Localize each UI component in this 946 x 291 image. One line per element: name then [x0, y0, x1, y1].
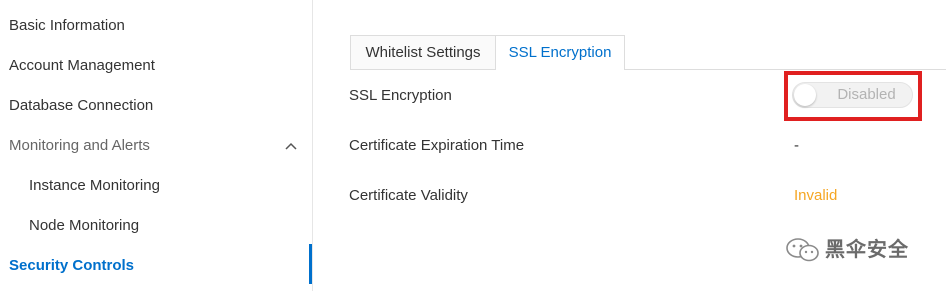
- wechat-icon: [786, 238, 819, 262]
- sidebar-nav: Basic Information Account Management Dat…: [0, 0, 312, 291]
- certificate-validity-value: Invalid: [794, 187, 838, 204]
- tab-bar-underline: [350, 69, 946, 70]
- certificate-expiration-label: Certificate Expiration Time: [349, 137, 525, 154]
- sidebar-item-basic-information[interactable]: Basic Information: [9, 14, 125, 38]
- sidebar-item-security-controls[interactable]: Security Controls: [9, 254, 134, 278]
- chevron-up-icon[interactable]: [284, 141, 298, 151]
- tab-ssl-encryption[interactable]: SSL Encryption: [495, 35, 625, 70]
- sidebar-item-node-monitoring[interactable]: Node Monitoring: [29, 214, 139, 238]
- sidebar-item-account-management[interactable]: Account Management: [9, 54, 155, 78]
- certificate-expiration-value: -: [794, 137, 799, 154]
- sidebar-item-monitoring-and-alerts[interactable]: Monitoring and Alerts: [9, 134, 150, 158]
- sidebar-item-instance-monitoring[interactable]: Instance Monitoring: [29, 174, 160, 198]
- watermark-text: 黑伞安全: [825, 239, 909, 261]
- ssl-encryption-toggle[interactable]: Disabled: [792, 82, 913, 108]
- sidebar-divider: [312, 0, 313, 291]
- toggle-state-text: Disabled: [837, 86, 896, 103]
- sidebar-item-database-connection[interactable]: Database Connection: [9, 94, 153, 118]
- tab-whitelist-settings[interactable]: Whitelist Settings: [350, 35, 496, 69]
- toggle-knob: [794, 84, 816, 106]
- certificate-validity-label: Certificate Validity: [349, 187, 468, 204]
- ssl-encryption-label: SSL Encryption: [349, 87, 452, 104]
